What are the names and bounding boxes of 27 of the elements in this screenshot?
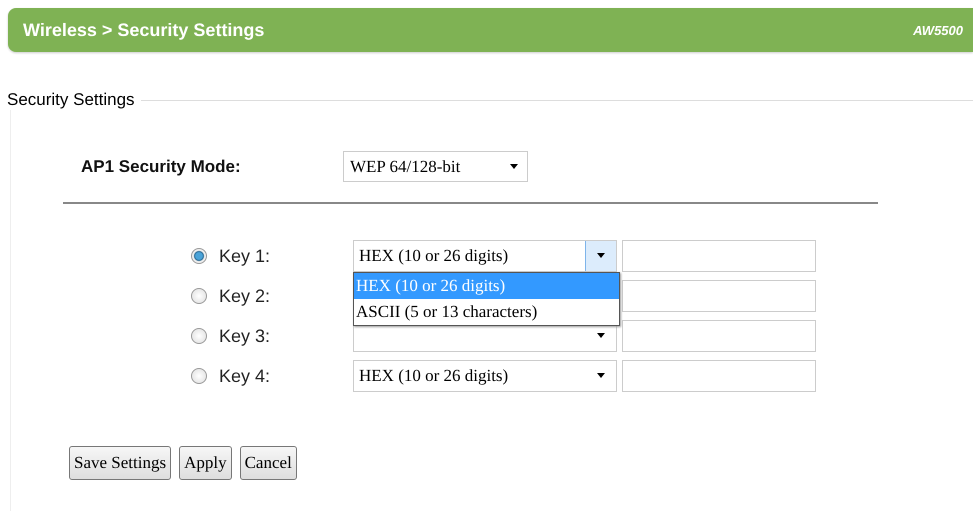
caret-icon (596, 253, 606, 259)
field-label: AP1 Security Mode: (81, 156, 242, 176)
key-label: Key 1: (219, 246, 272, 266)
radio-button[interactable] (191, 288, 207, 304)
key-label: Key 3: (219, 326, 272, 346)
action-button[interactable]: Save Settings (69, 446, 172, 480)
caret-icon (509, 164, 519, 170)
key-input-field[interactable] (622, 360, 816, 392)
security-mode-select[interactable]: WEP 64/128-bit (343, 151, 528, 182)
radio-button[interactable] (191, 248, 207, 264)
page-title: Wireless > Security Settings (23, 20, 264, 40)
key-format-select[interactable]: HEX (10 or 26 digits) (353, 360, 617, 392)
section-legend: Security Settings (7, 90, 141, 110)
caret-icon (596, 373, 606, 379)
action-button[interactable]: Apply (179, 446, 232, 480)
key-input-field[interactable] (622, 320, 816, 352)
key-label: Key 4: (219, 366, 272, 386)
key-input-field[interactable] (622, 280, 816, 312)
caret-icon (596, 333, 606, 339)
key-label: Key 2: (219, 286, 272, 306)
model-name: AW5500 (913, 22, 963, 38)
radio-button[interactable] (191, 368, 207, 384)
radio-button[interactable] (191, 328, 207, 344)
key-format-select[interactable]: HEX (10 or 26 digits) (353, 240, 617, 272)
dropdown-option[interactable]: ASCII (5 or 13 characters) (354, 299, 619, 325)
key-input-field[interactable] (622, 240, 816, 272)
action-button[interactable]: Cancel (240, 446, 297, 480)
